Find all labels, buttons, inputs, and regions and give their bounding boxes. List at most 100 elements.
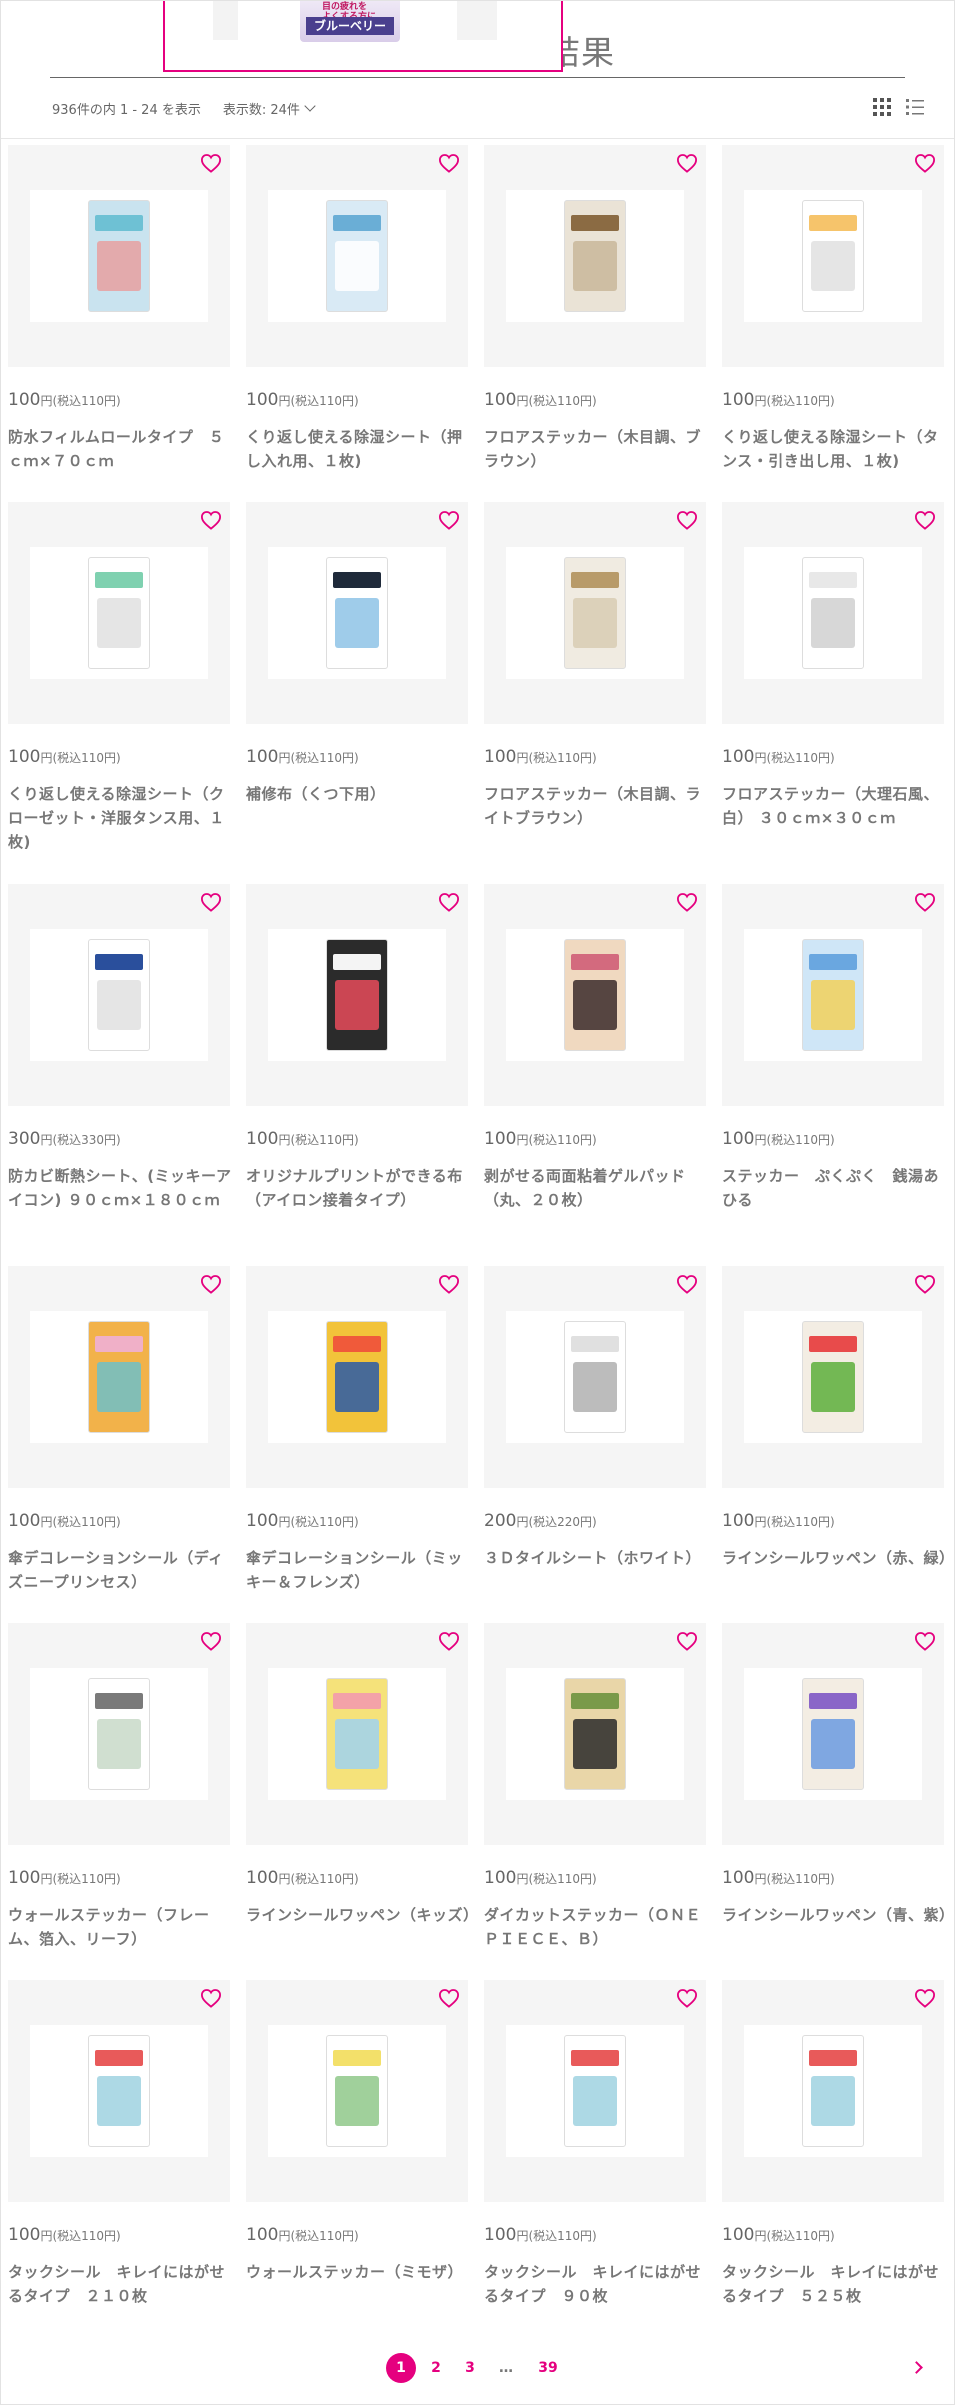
product-image[interactable]	[484, 1623, 706, 1845]
favorite-heart-icon[interactable]	[676, 510, 698, 530]
popup-product-thumb[interactable]	[457, 0, 497, 40]
product-image[interactable]	[722, 1266, 944, 1488]
product-name[interactable]: 傘デコレーションシール（ディズニープリンセス）	[8, 1546, 234, 1594]
product-image[interactable]	[246, 1266, 468, 1488]
popup-product-image[interactable]: 目の疲れを よくする方に ブルーベリー	[300, 0, 400, 42]
product-name[interactable]: タックシール キレイにはがせるタイプ ９０枚	[484, 2260, 710, 2308]
page-2-button[interactable]: 2	[424, 2353, 448, 2383]
product-image[interactable]	[246, 502, 468, 724]
favorite-heart-icon[interactable]	[914, 153, 936, 173]
favorite-heart-icon[interactable]	[200, 892, 222, 912]
product-image[interactable]	[8, 502, 230, 724]
product-name[interactable]: ステッカー ぷくぷく 銭湯あひる	[722, 1164, 948, 1212]
product-image[interactable]	[8, 884, 230, 1106]
grid-view-icon[interactable]	[872, 97, 892, 117]
product-name[interactable]: くり返し使える除湿シート（クローゼット・洋服タンス用、１枚)	[8, 782, 234, 854]
favorite-heart-icon[interactable]	[438, 892, 460, 912]
favorite-heart-icon[interactable]	[438, 153, 460, 173]
product-name[interactable]: 防カビ断熱シート、(ミッキーアイコン) ９０ｃｍ×１８０ｃｍ	[8, 1164, 234, 1212]
product-thumbnail[interactable]	[744, 929, 922, 1061]
favorite-heart-icon[interactable]	[676, 892, 698, 912]
favorite-heart-icon[interactable]	[200, 153, 222, 173]
product-thumbnail[interactable]	[744, 190, 922, 322]
product-image[interactable]	[8, 1623, 230, 1845]
product-name[interactable]: フロアステッカー（木目調、ライトブラウン）	[484, 782, 710, 830]
product-name[interactable]: ラインシールワッペン（青、紫）	[722, 1903, 954, 1927]
product-image[interactable]	[246, 884, 468, 1106]
product-image[interactable]	[484, 884, 706, 1106]
product-image[interactable]	[8, 1266, 230, 1488]
product-thumbnail[interactable]	[268, 2025, 446, 2157]
product-image[interactable]	[246, 1980, 468, 2202]
product-thumbnail[interactable]	[506, 2025, 684, 2157]
page-1-button[interactable]: 1	[386, 2353, 416, 2383]
favorite-heart-icon[interactable]	[676, 153, 698, 173]
product-image[interactable]	[722, 145, 944, 367]
favorite-heart-icon[interactable]	[676, 1631, 698, 1651]
product-thumbnail[interactable]	[268, 190, 446, 322]
product-name[interactable]: ３Ｄタイルシート（ホワイト）	[484, 1546, 710, 1570]
product-name[interactable]: 剥がせる両面粘着ゲルパッド（丸、２０枚）	[484, 1164, 710, 1212]
product-name[interactable]: ウォールステッカー（フレーム、箔入、リーフ）	[8, 1903, 234, 1951]
product-name[interactable]: オリジナルプリントができる布（アイロン接着タイプ）	[246, 1164, 472, 1212]
product-image[interactable]	[8, 145, 230, 367]
favorite-heart-icon[interactable]	[438, 1988, 460, 2008]
product-image[interactable]	[246, 1623, 468, 1845]
product-thumbnail[interactable]	[30, 190, 208, 322]
product-thumbnail[interactable]	[30, 2025, 208, 2157]
list-view-icon[interactable]	[905, 97, 925, 117]
product-thumbnail[interactable]	[506, 1311, 684, 1443]
favorite-heart-icon[interactable]	[914, 1631, 936, 1651]
favorite-heart-icon[interactable]	[438, 510, 460, 530]
product-image[interactable]	[722, 1623, 944, 1845]
product-thumbnail[interactable]	[30, 929, 208, 1061]
per-page-select[interactable]: 表示数: 24件	[223, 99, 316, 118]
product-name[interactable]: ラインシールワッペン（キッズ）	[246, 1903, 478, 1927]
product-thumbnail[interactable]	[506, 190, 684, 322]
product-image[interactable]	[484, 1980, 706, 2202]
product-name[interactable]: ウォールステッカー（ミモザ）	[246, 2260, 472, 2284]
popup-product-thumb[interactable]	[213, 0, 238, 40]
product-thumbnail[interactable]	[744, 547, 922, 679]
product-thumbnail[interactable]	[506, 1668, 684, 1800]
favorite-heart-icon[interactable]	[438, 1274, 460, 1294]
product-name[interactable]: フロアステッカー（木目調、ブラウン）	[484, 425, 710, 473]
favorite-heart-icon[interactable]	[200, 510, 222, 530]
product-name[interactable]: タックシール キレイにはがせるタイプ ２１０枚	[8, 2260, 234, 2308]
page-39-button[interactable]: 39	[532, 2353, 564, 2383]
product-image[interactable]	[246, 145, 468, 367]
product-thumbnail[interactable]	[744, 2025, 922, 2157]
product-image[interactable]	[722, 884, 944, 1106]
favorite-heart-icon[interactable]	[676, 1988, 698, 2008]
product-thumbnail[interactable]	[506, 929, 684, 1061]
product-name[interactable]: ラインシールワッペン（赤、緑）	[722, 1546, 954, 1570]
product-image[interactable]	[484, 1266, 706, 1488]
product-thumbnail[interactable]	[268, 1311, 446, 1443]
product-name[interactable]: フロアステッカー（大理石風、白） ３０ｃｍ×３０ｃｍ	[722, 782, 948, 830]
product-thumbnail[interactable]	[30, 1311, 208, 1443]
product-thumbnail[interactable]	[506, 547, 684, 679]
product-thumbnail[interactable]	[744, 1668, 922, 1800]
product-thumbnail[interactable]	[744, 1311, 922, 1443]
product-name[interactable]: くり返し使える除湿シート（タンス・引き出し用、１枚)	[722, 425, 948, 473]
product-thumbnail[interactable]	[268, 1668, 446, 1800]
search-suggestion-popup[interactable]: 目の疲れを よくする方に ブルーベリー	[163, 0, 563, 72]
page-3-button[interactable]: 3	[458, 2353, 482, 2383]
product-name[interactable]: くり返し使える除湿シート（押し入れ用、１枚)	[246, 425, 472, 473]
chevron-right-icon[interactable]	[910, 2361, 923, 2374]
product-image[interactable]	[484, 145, 706, 367]
product-name[interactable]: タックシール キレイにはがせるタイプ ５２５枚	[722, 2260, 948, 2308]
favorite-heart-icon[interactable]	[200, 1274, 222, 1294]
favorite-heart-icon[interactable]	[914, 510, 936, 530]
product-thumbnail[interactable]	[30, 547, 208, 679]
favorite-heart-icon[interactable]	[676, 1274, 698, 1294]
favorite-heart-icon[interactable]	[914, 1274, 936, 1294]
product-image[interactable]	[722, 502, 944, 724]
product-thumbnail[interactable]	[268, 547, 446, 679]
product-name[interactable]: 傘デコレーションシール（ミッキー＆フレンズ）	[246, 1546, 472, 1594]
favorite-heart-icon[interactable]	[200, 1631, 222, 1651]
product-image[interactable]	[722, 1980, 944, 2202]
favorite-heart-icon[interactable]	[914, 1988, 936, 2008]
favorite-heart-icon[interactable]	[200, 1988, 222, 2008]
favorite-heart-icon[interactable]	[438, 1631, 460, 1651]
